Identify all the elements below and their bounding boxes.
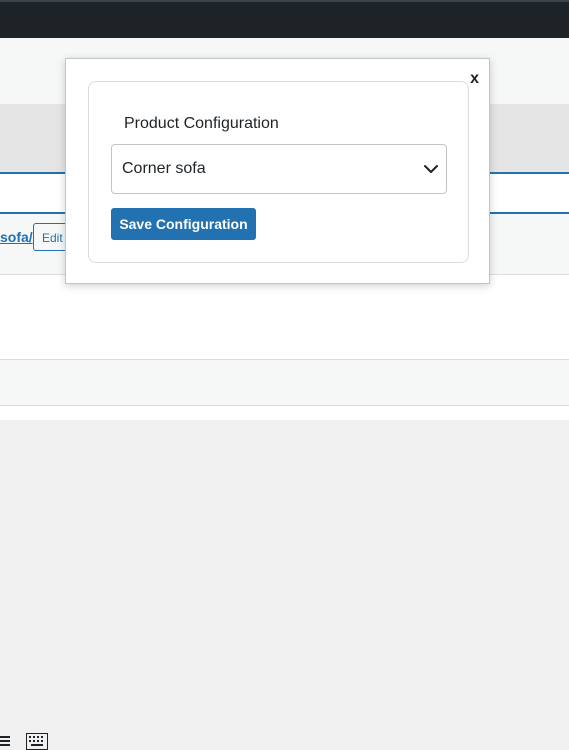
- product-config-modal: x Product Configuration Corner sofa Save…: [65, 58, 490, 284]
- status-bar: [0, 405, 569, 420]
- chevron-down-icon: [424, 165, 438, 173]
- list-icon[interactable]: [0, 734, 10, 748]
- save-configuration-button[interactable]: Save Configuration: [111, 208, 256, 240]
- product-select[interactable]: Corner sofa: [111, 144, 447, 194]
- config-label: Product Configuration: [124, 115, 279, 132]
- close-icon[interactable]: x: [470, 71, 479, 87]
- admin-bar: [0, 0, 569, 38]
- content-area: [0, 315, 569, 359]
- editor-toolbar: [0, 359, 569, 750]
- select-value: Corner sofa: [122, 160, 206, 177]
- keyboard-icon[interactable]: [26, 733, 48, 750]
- config-card: Product Configuration Corner sofa Save C…: [88, 81, 469, 263]
- permalink-link[interactable]: sofa/: [0, 229, 33, 245]
